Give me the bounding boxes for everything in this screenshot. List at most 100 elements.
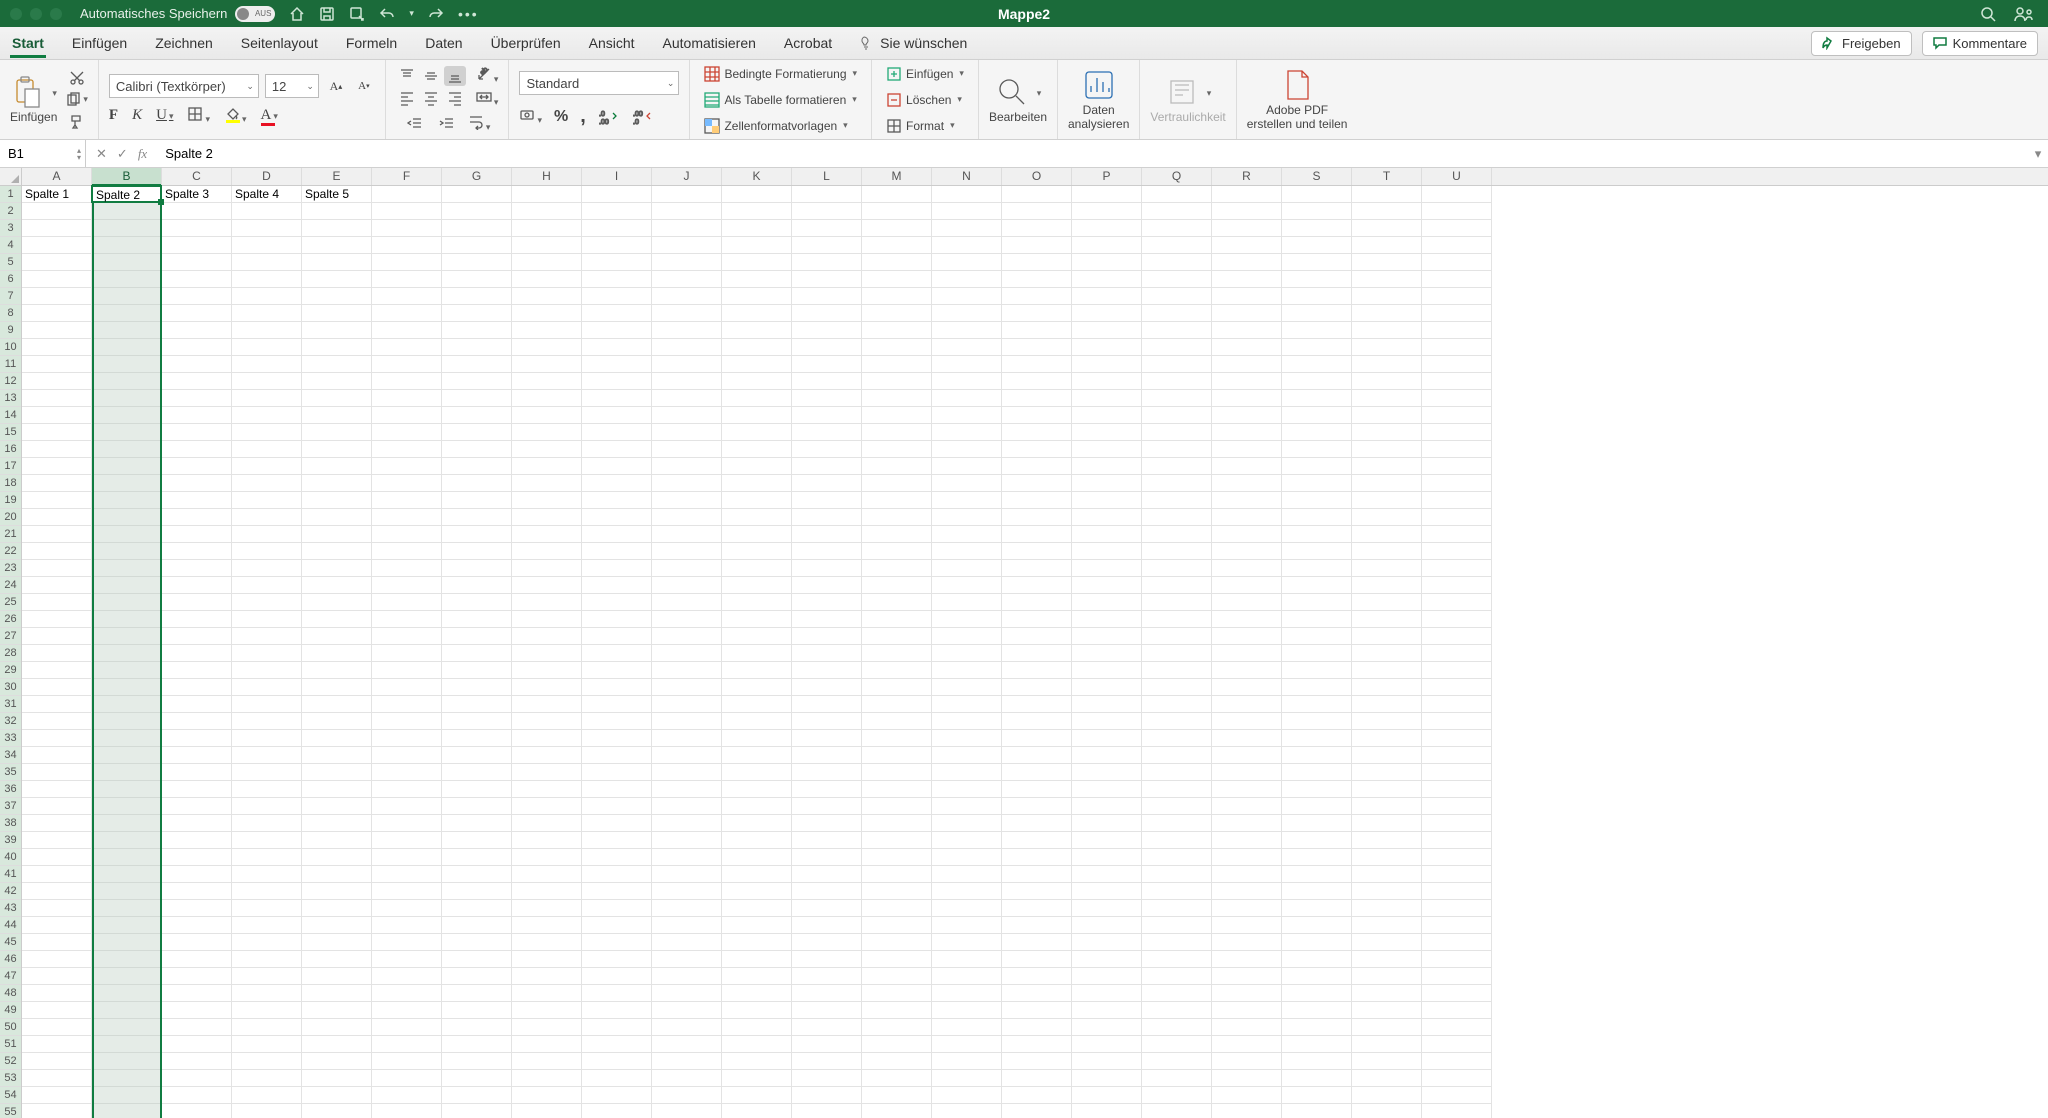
row-header[interactable]: 50 <box>0 1019 21 1036</box>
cell[interactable] <box>862 407 932 424</box>
cell[interactable] <box>162 696 232 713</box>
cell[interactable] <box>1352 696 1422 713</box>
cell[interactable] <box>232 917 302 934</box>
row-header[interactable]: 19 <box>0 492 21 509</box>
cell[interactable] <box>582 968 652 985</box>
cell[interactable] <box>1212 696 1282 713</box>
cell[interactable] <box>932 747 1002 764</box>
cell[interactable] <box>1352 798 1422 815</box>
cell[interactable] <box>512 254 582 271</box>
cell[interactable] <box>792 1002 862 1019</box>
cell[interactable] <box>162 883 232 900</box>
cell[interactable] <box>232 1070 302 1087</box>
cell[interactable] <box>722 798 792 815</box>
cell[interactable] <box>932 186 1002 203</box>
cell[interactable] <box>162 492 232 509</box>
cell[interactable] <box>92 475 162 492</box>
cell[interactable] <box>1212 203 1282 220</box>
cell[interactable] <box>92 356 162 373</box>
cell[interactable] <box>162 1053 232 1070</box>
cell[interactable] <box>722 237 792 254</box>
cell[interactable] <box>1352 305 1422 322</box>
cell[interactable] <box>372 203 442 220</box>
cell[interactable] <box>1142 917 1212 934</box>
cell[interactable] <box>1002 322 1072 339</box>
cell[interactable] <box>1142 424 1212 441</box>
copy-icon[interactable] <box>65 92 81 108</box>
cell[interactable] <box>792 407 862 424</box>
cell[interactable] <box>22 441 92 458</box>
cell[interactable] <box>652 441 722 458</box>
tab-seitenlayout[interactable]: Seitenlayout <box>239 29 320 57</box>
cell[interactable] <box>442 1053 512 1070</box>
cell[interactable] <box>22 662 92 679</box>
cell[interactable] <box>1212 560 1282 577</box>
cell[interactable] <box>232 679 302 696</box>
cell[interactable] <box>1282 1053 1352 1070</box>
cell[interactable] <box>22 288 92 305</box>
cell[interactable] <box>1212 1036 1282 1053</box>
cell[interactable] <box>1282 645 1352 662</box>
cell[interactable] <box>1142 492 1212 509</box>
cell[interactable] <box>232 747 302 764</box>
cell[interactable] <box>512 220 582 237</box>
cell[interactable] <box>1212 407 1282 424</box>
cell[interactable] <box>442 424 512 441</box>
cell[interactable] <box>932 1104 1002 1118</box>
cell[interactable] <box>442 271 512 288</box>
cell[interactable] <box>652 815 722 832</box>
cell[interactable] <box>582 492 652 509</box>
cell[interactable] <box>232 985 302 1002</box>
cell[interactable] <box>372 883 442 900</box>
cell[interactable] <box>512 203 582 220</box>
cancel-formula-icon[interactable]: ✕ <box>96 146 107 162</box>
cut-icon[interactable] <box>69 70 85 86</box>
cell[interactable] <box>372 985 442 1002</box>
cell[interactable] <box>162 220 232 237</box>
cell[interactable] <box>442 1002 512 1019</box>
cell[interactable] <box>862 781 932 798</box>
cell[interactable] <box>792 203 862 220</box>
cell[interactable] <box>1282 441 1352 458</box>
cell[interactable] <box>22 594 92 611</box>
cell[interactable] <box>1352 747 1422 764</box>
cell[interactable] <box>302 220 372 237</box>
cell[interactable] <box>722 1002 792 1019</box>
cell[interactable] <box>792 645 862 662</box>
cell[interactable] <box>1422 237 1492 254</box>
cell[interactable] <box>792 764 862 781</box>
cell[interactable] <box>862 866 932 883</box>
row-header[interactable]: 17 <box>0 458 21 475</box>
cell[interactable] <box>1002 441 1072 458</box>
fill-color-button[interactable] <box>224 106 247 125</box>
cell[interactable] <box>582 577 652 594</box>
cell[interactable] <box>792 713 862 730</box>
cell[interactable] <box>92 883 162 900</box>
cell[interactable] <box>652 849 722 866</box>
cell[interactable] <box>1282 1087 1352 1104</box>
cell[interactable] <box>1352 1036 1422 1053</box>
cell[interactable] <box>652 832 722 849</box>
cell[interactable] <box>652 1036 722 1053</box>
cell[interactable] <box>162 951 232 968</box>
column-header[interactable]: F <box>372 168 442 185</box>
cell[interactable] <box>1072 305 1142 322</box>
cell[interactable] <box>722 254 792 271</box>
cell[interactable] <box>1352 509 1422 526</box>
cell[interactable] <box>1142 985 1212 1002</box>
cell[interactable] <box>442 526 512 543</box>
cell[interactable] <box>1422 373 1492 390</box>
cell[interactable] <box>1422 594 1492 611</box>
column-header[interactable]: S <box>1282 168 1352 185</box>
cell[interactable] <box>302 526 372 543</box>
cell[interactable] <box>162 747 232 764</box>
cell[interactable] <box>92 1104 162 1118</box>
cell[interactable] <box>1422 934 1492 951</box>
cell[interactable] <box>722 951 792 968</box>
cell[interactable] <box>722 339 792 356</box>
cell[interactable] <box>302 968 372 985</box>
cell[interactable] <box>1002 662 1072 679</box>
cell[interactable] <box>932 1070 1002 1087</box>
cell[interactable] <box>932 645 1002 662</box>
cell[interactable] <box>722 458 792 475</box>
